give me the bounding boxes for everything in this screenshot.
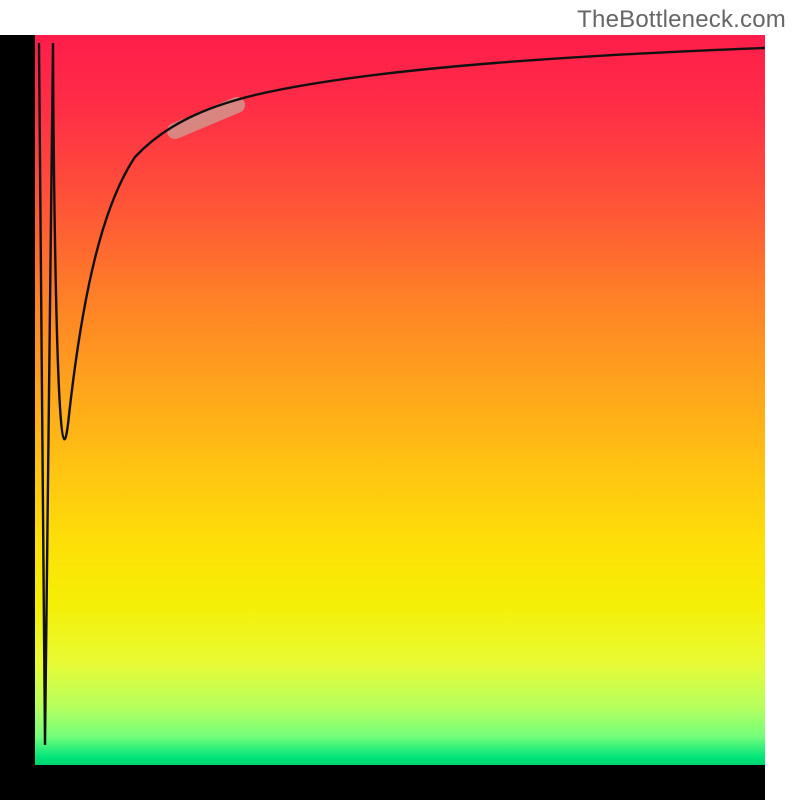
watermark-text: TheBottleneck.com <box>577 6 786 34</box>
bottleneck-curve <box>39 43 765 745</box>
x-axis-bar <box>35 765 765 800</box>
plot-area <box>35 35 765 765</box>
y-axis-bar <box>0 35 35 765</box>
axis-corner <box>0 765 35 800</box>
curve-layer <box>35 35 765 765</box>
highlighted-segment <box>175 105 237 131</box>
chart-stage: TheBottleneck.com <box>0 0 800 800</box>
